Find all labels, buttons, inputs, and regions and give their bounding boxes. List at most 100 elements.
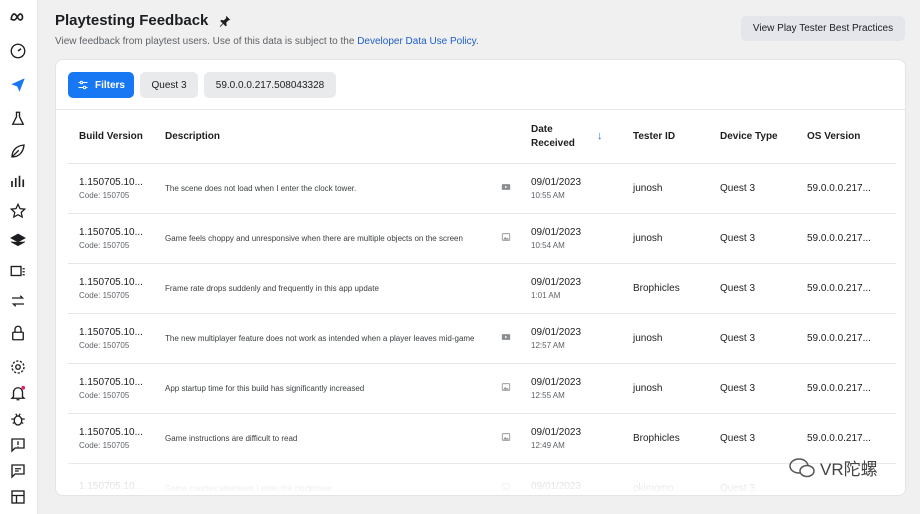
time-received: 12:57 AM [531,340,565,350]
media-cell[interactable] [490,413,520,464]
subtitle-suffix: . [475,36,479,47]
feedback-bubble-icon[interactable] [7,434,29,456]
media-cell[interactable] [490,213,520,264]
build-code: Code: 150705 [79,240,130,250]
device-type-cell: Quest 3 [709,263,796,314]
tester-id-cell: junosh [622,163,709,214]
tester-id-cell: Brophicles [622,263,709,314]
description-cell: App startup time for this build has sign… [154,363,490,414]
build-version-cell: 1.150705.10... Code: 150705 [68,413,154,464]
pin-icon[interactable] [218,14,232,28]
media-stack-icon[interactable] [7,260,29,282]
table-row[interactable]: 1.150705.10... Code: 150705 App startup ti… [68,363,896,414]
build-version-cell: 1.150705.10... Code: 150705 [68,213,154,264]
column-header-tester-id[interactable]: Tester ID [622,111,709,164]
tester-id-cell: junosh [622,363,709,414]
image-icon[interactable] [501,232,511,245]
build-version-cell: 1.150705.10... Code: 150705 [68,163,154,214]
media-cell[interactable] [490,363,520,414]
send-plane-icon[interactable] [7,74,29,96]
date-received: 09/01/2023 [531,426,582,438]
page-title-row: Playtesting Feedback [55,12,232,29]
column-header-build-version[interactable]: Build Version [68,111,154,164]
page-subtitle: View feedback from playtest users. Use o… [55,36,479,47]
developer-data-use-policy-link[interactable]: Developer Data Use Policy [357,36,476,47]
os-version-cell: 59.0.0.0.217... [796,163,896,214]
time-received: 1:01 AM [531,290,561,300]
table-row[interactable]: 1.150705.10... Code: 150705 The new multip… [68,313,896,364]
build-code: Code: 150705 [79,290,130,300]
tester-id-cell: Brophicles [622,413,709,464]
build-code: Code: 150705 [79,390,130,400]
bar-chart-icon[interactable] [7,170,29,192]
watermark-text: VR陀螺 [820,460,878,479]
watermark: VR陀螺 [788,455,878,480]
column-header-media [490,111,520,164]
device-type-cell: Quest 3 [709,413,796,464]
image-icon[interactable] [501,482,511,495]
column-header-device-type[interactable]: Device Type [709,111,796,164]
lock-icon[interactable] [7,322,29,344]
swap-arrows-icon[interactable] [7,290,29,312]
media-cell[interactable] [490,263,520,314]
filter-chip-device[interactable]: Quest 3 [140,72,198,98]
description-cell: Game instructions are difficult to read [154,413,490,464]
bell-icon[interactable] [7,382,29,404]
column-header-description[interactable]: Description [154,111,490,164]
date-received-cell: 09/01/2023 12:57 AM [520,313,622,364]
device-type-cell: Quest 3 [709,363,796,414]
table-row[interactable]: 1.150705.10... Game crashes whenever I en… [68,463,896,495]
layout-icon[interactable] [7,486,29,508]
video-icon[interactable] [501,333,511,345]
date-received-cell: 09/01/2023 10:54 AM [520,213,622,264]
filters-label: Filters [94,79,125,91]
column-header-os-version[interactable]: OS Version [796,111,896,164]
date-received-cell: 09/01/2023 1:01 AM [520,263,622,314]
flask-icon[interactable] [7,108,29,130]
build-version-cell: 1.150705.10... [68,463,154,495]
build-version: 1.150705.10... [79,326,143,338]
os-version-cell: 59.0.0.0.217... [796,213,896,264]
build-version: 1.150705.10... [79,176,143,188]
date-received: 09/01/2023 [531,276,582,288]
time-received: 10:55 AM [531,190,565,200]
video-icon[interactable] [501,183,511,195]
dashboard-gauge-icon[interactable] [7,40,29,62]
filter-chip-os-version[interactable]: 59.0.0.0.217.508043328 [204,72,336,98]
meta-logo-icon[interactable] [7,6,29,28]
settings-gear-icon[interactable] [7,356,29,378]
table-row[interactable]: 1.150705.10... Code: 150705 The scene does… [68,163,896,214]
subtitle-text: View feedback from playtest users. Use o… [55,36,358,47]
left-nav-rail [0,0,38,514]
column-header-date-received[interactable]: Date Received ↓ [520,111,622,164]
chat-bubble-icon[interactable] [7,460,29,482]
image-icon[interactable] [501,432,511,445]
device-type-cell: Quest 3 [709,463,796,495]
date-received-cell: 09/01/2023 [520,463,622,495]
date-received-cell: 09/01/2023 10:55 AM [520,163,622,214]
leaf-icon[interactable] [7,140,29,162]
tester-id-cell: junosh [622,313,709,364]
view-best-practices-button[interactable]: View Play Tester Best Practices [741,16,905,41]
image-icon[interactable] [501,382,511,395]
device-type-cell: Quest 3 [709,313,796,364]
bug-icon[interactable] [7,408,29,430]
filters-bar: Filters Quest 3 59.0.0.0.217.508043328 [56,60,905,110]
table-header-row: Build Version Description Date Received ↓… [68,111,896,164]
star-icon[interactable] [7,200,29,222]
os-version-cell: 59.0.0.0.217... [796,313,896,364]
filters-button[interactable]: Filters [68,72,134,98]
media-cell[interactable] [490,163,520,214]
table-row[interactable]: 1.150705.10... Code: 150705 Game feels cho… [68,213,896,264]
page-title: Playtesting Feedback [55,12,209,29]
sort-down-arrow-icon[interactable]: ↓ [597,130,603,142]
layers-icon[interactable] [7,230,29,252]
os-version-cell: 59.0.0.0.217... [796,363,896,414]
table-row[interactable]: 1.150705.10... Code: 150705 Frame rate dro… [68,263,896,314]
build-version: 1.150705.10... [79,226,143,238]
os-version-cell: 59.0.0.0.217... [796,263,896,314]
table-row[interactable]: 1.150705.10... Code: 150705 Game instructi… [68,413,896,464]
media-cell[interactable] [490,463,520,495]
build-version-cell: 1.150705.10... Code: 150705 [68,313,154,364]
media-cell[interactable] [490,313,520,364]
